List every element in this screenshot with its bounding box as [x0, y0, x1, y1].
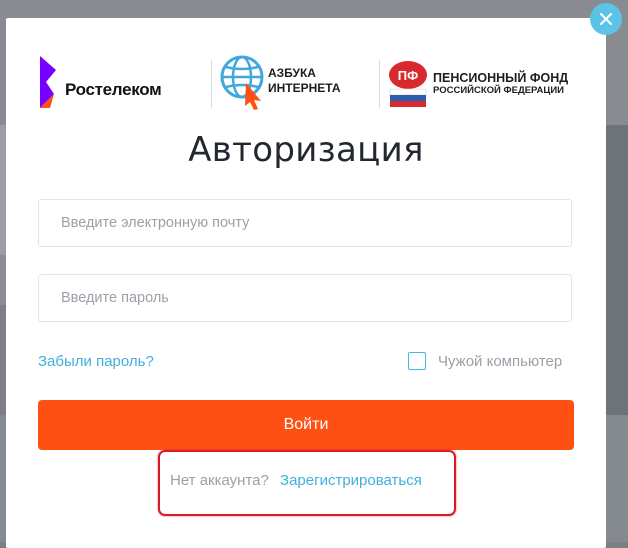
- svg-text:ПФ: ПФ: [398, 68, 418, 83]
- rostelecom-logo-text: Ростелеком: [65, 80, 162, 99]
- auth-modal: Ростелеком АЗБУКА ИНТЕРНЕТА ПФ ПЕНСИОННЫ…: [6, 18, 606, 548]
- logo-divider: [379, 60, 380, 108]
- foreign-computer-label[interactable]: Чужой компьютер: [438, 353, 562, 370]
- globe-cursor-icon: [220, 55, 264, 110]
- register-row: Нет аккаунта? Зарегистрироваться: [170, 472, 422, 489]
- email-field[interactable]: [38, 199, 572, 247]
- background-image-fragment: [606, 125, 628, 415]
- azbuka-logo-line2: ИНТЕРНЕТА: [268, 81, 341, 95]
- rostelecom-logo: Ростелеком: [36, 52, 162, 112]
- pfr-logo: ПФ ПЕНСИОННЫЙ ФОНД РОССИЙСКОЙ ФЕДЕРАЦИИ: [386, 56, 568, 112]
- rostelecom-logo-icon: [40, 56, 56, 108]
- logo-divider: [211, 60, 212, 108]
- forgot-password-link[interactable]: Забыли пароль?: [38, 353, 154, 370]
- close-icon: [600, 13, 612, 25]
- no-account-text: Нет аккаунта?: [170, 472, 269, 489]
- pfr-logo-line2: РОССИЙСКОЙ ФЕДЕРАЦИИ: [433, 85, 565, 96]
- partner-logos: Ростелеком АЗБУКА ИНТЕРНЕТА ПФ ПЕНСИОННЫ…: [36, 52, 581, 122]
- pfr-emblem-icon: ПФ: [389, 61, 427, 107]
- password-field[interactable]: [38, 274, 572, 322]
- login-button[interactable]: Войти: [38, 400, 574, 450]
- azbuka-logo-line1: АЗБУКА: [268, 66, 316, 80]
- foreign-computer-checkbox[interactable]: [408, 352, 426, 370]
- register-link[interactable]: Зарегистрироваться: [280, 472, 422, 489]
- close-button[interactable]: [590, 3, 622, 35]
- page-title: Авторизация: [188, 130, 424, 170]
- azbuka-interneta-logo: АЗБУКА ИНТЕРНЕТА: [216, 52, 341, 112]
- pfr-logo-line1: ПЕНСИОННЫЙ ФОНД: [433, 71, 569, 85]
